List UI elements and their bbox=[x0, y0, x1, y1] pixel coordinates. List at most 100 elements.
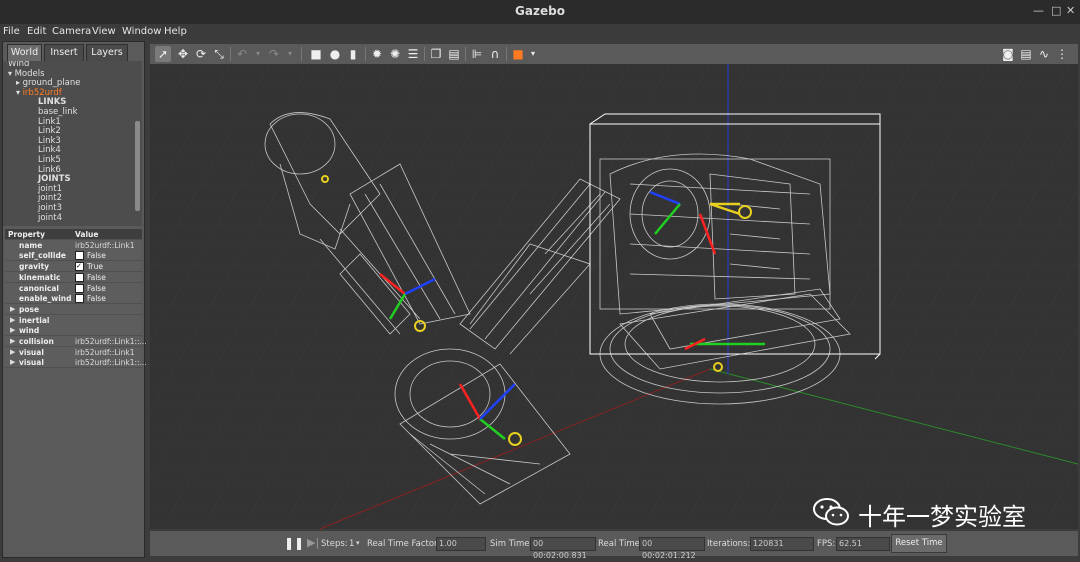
fps-label: FPS: bbox=[817, 539, 836, 549]
menu-window[interactable]: Window bbox=[122, 26, 161, 37]
video-record-icon[interactable]: ⋮ bbox=[1054, 46, 1070, 62]
tree-item[interactable]: LINKS bbox=[38, 97, 66, 107]
menu-camera[interactable]: Camera bbox=[52, 26, 91, 37]
tree-item[interactable]: Link5 bbox=[38, 155, 61, 165]
expand-arrow-icon[interactable]: ▶ bbox=[10, 348, 15, 356]
log-icon[interactable]: ▤ bbox=[1018, 46, 1034, 62]
expand-arrow-icon[interactable]: ▶ bbox=[10, 358, 15, 366]
tree-item[interactable]: Link3 bbox=[38, 136, 61, 146]
sphere-shape-icon[interactable]: ● bbox=[327, 46, 343, 62]
property-row[interactable]: self_collide False bbox=[5, 250, 142, 262]
tree-item[interactable]: Link2 bbox=[38, 126, 61, 136]
property-checkbox[interactable] bbox=[75, 272, 84, 282]
tree-item[interactable]: joint2 bbox=[38, 193, 62, 203]
property-section-row[interactable]: ▶ wind bbox=[5, 325, 142, 337]
step-icon[interactable]: ▶| bbox=[307, 536, 319, 549]
property-checkbox[interactable] bbox=[75, 251, 84, 261]
tree-item[interactable]: Link6 bbox=[38, 165, 61, 175]
undo-history-icon[interactable]: ▾ bbox=[250, 46, 266, 62]
select-mode-icon[interactable]: ➚ bbox=[155, 46, 171, 62]
redo-icon[interactable]: ↷ bbox=[266, 46, 282, 62]
property-section-row[interactable]: ▶ pose bbox=[5, 303, 142, 315]
copy-icon[interactable]: ❐ bbox=[428, 46, 444, 62]
tree-item[interactable]: joint1 bbox=[38, 184, 62, 194]
real-time-label: Real Time: bbox=[598, 539, 643, 549]
section-key: wind bbox=[19, 326, 40, 336]
pause-icon[interactable]: ❚❚ bbox=[284, 536, 304, 550]
menu-help[interactable]: Help bbox=[164, 26, 187, 37]
tree-item-label: Link4 bbox=[38, 145, 61, 156]
property-key: canonical bbox=[19, 283, 59, 293]
property-row[interactable]: gravity ✓ True bbox=[5, 261, 142, 273]
wechat-logo-icon bbox=[813, 498, 849, 526]
tab-insert[interactable]: Insert bbox=[44, 44, 84, 62]
tree-item[interactable]: Link4 bbox=[38, 145, 61, 155]
expand-arrow-icon[interactable]: ▶ bbox=[10, 305, 15, 313]
property-checkbox[interactable] bbox=[75, 294, 84, 304]
steps-dropdown-icon[interactable]: ▾ bbox=[356, 539, 360, 547]
view-dropdown-icon[interactable]: ▾ bbox=[525, 46, 541, 62]
property-row[interactable]: canonical False bbox=[5, 282, 142, 294]
scale-mode-icon[interactable]: ⤡ bbox=[211, 46, 227, 62]
redo-history-icon[interactable]: ▾ bbox=[282, 46, 298, 62]
expand-arrow-icon[interactable]: ▶ bbox=[10, 326, 15, 334]
change-view-icon[interactable]: ■ bbox=[510, 46, 526, 62]
tree-scrollbar[interactable] bbox=[135, 121, 140, 211]
box-shape-icon[interactable]: ■ bbox=[308, 46, 324, 62]
screenshot-icon[interactable]: ◙ bbox=[1000, 46, 1016, 62]
rtf-label: Real Time Factor: bbox=[367, 539, 441, 549]
point-light-icon[interactable]: ✹ bbox=[369, 46, 385, 62]
property-section-row[interactable]: ▶ collision irb52urdf::Link1::... bbox=[5, 336, 147, 347]
property-header-row[interactable]: Property Value bbox=[5, 229, 142, 240]
panel-tabs: World Insert Layers bbox=[3, 44, 144, 62]
reset-time-button[interactable]: Reset Time bbox=[891, 534, 947, 553]
ground-grid bbox=[150, 64, 1078, 529]
translate-mode-icon[interactable]: ✥ bbox=[175, 46, 191, 62]
undo-icon[interactable]: ↶ bbox=[234, 46, 250, 62]
tree-item-label: joint4 bbox=[38, 212, 63, 223]
menu-view[interactable]: View bbox=[92, 26, 116, 37]
close-icon[interactable]: ✕ bbox=[1066, 4, 1075, 17]
toolbar: ➚ ✥ ⟳ ⤡ ↶ ▾ ↷ ▾ ■ ● ▮ ✹ ✺ ☰ ❐ ▤ ⊫ ∩ ■ ▾ … bbox=[150, 44, 1078, 64]
menu-edit[interactable]: Edit bbox=[27, 26, 46, 37]
tree-item[interactable]: joint4 bbox=[38, 213, 62, 223]
cylinder-shape-icon[interactable]: ▮ bbox=[345, 46, 361, 62]
tree-item-label: joint1 bbox=[38, 183, 63, 194]
tree-item[interactable]: base_link bbox=[38, 107, 78, 117]
tree-item[interactable]: ▾ Models bbox=[8, 69, 45, 79]
spot-light-icon[interactable]: ✺ bbox=[387, 46, 403, 62]
paste-icon[interactable]: ▤ bbox=[446, 46, 462, 62]
tree-item[interactable]: joint3 bbox=[38, 203, 62, 213]
property-column-header: Property bbox=[8, 230, 45, 239]
property-row[interactable]: enable_wind False bbox=[5, 293, 142, 305]
property-section-row[interactable]: ▶ inertial bbox=[5, 314, 142, 326]
tree-item[interactable]: Link1 bbox=[38, 117, 61, 127]
scene-viewport[interactable] bbox=[150, 64, 1078, 529]
tree-item[interactable]: ▾ irb52urdf bbox=[16, 88, 62, 98]
expand-arrow-icon[interactable]: ▶ bbox=[10, 316, 15, 324]
tree-item-label: joint2 bbox=[38, 193, 63, 204]
directional-light-icon[interactable]: ☰ bbox=[405, 46, 421, 62]
property-row[interactable]: name irb52urdf::Link1 bbox=[5, 239, 142, 251]
property-section-row[interactable]: ▶ visual irb52urdf::Link1 bbox=[5, 346, 142, 358]
property-section-row[interactable]: ▶ visual irb52urdf::Link1::... bbox=[5, 357, 147, 369]
plot-icon[interactable]: ∿ bbox=[1036, 46, 1052, 62]
section-value: irb52urdf::Link1::... bbox=[75, 337, 147, 346]
rotate-mode-icon[interactable]: ⟳ bbox=[193, 46, 209, 62]
snap-icon[interactable]: ∩ bbox=[487, 46, 503, 62]
steps-value[interactable]: 1 bbox=[349, 539, 354, 549]
tab-layers[interactable]: Layers bbox=[86, 44, 128, 62]
maximize-icon[interactable]: □ bbox=[1051, 4, 1061, 17]
expand-arrow-icon[interactable]: ▶ bbox=[10, 337, 15, 345]
property-checkbox[interactable]: ✓ bbox=[75, 262, 84, 272]
tree-item-label: Link6 bbox=[38, 164, 61, 175]
tree-item[interactable]: ▸ ground_plane bbox=[16, 78, 80, 88]
property-value: False bbox=[87, 294, 106, 304]
tree-item[interactable]: JOINTS bbox=[38, 174, 71, 184]
menu-file[interactable]: File bbox=[3, 26, 20, 37]
property-row[interactable]: kinematic False bbox=[5, 271, 142, 283]
property-checkbox[interactable] bbox=[75, 283, 84, 293]
minimize-icon[interactable]: — bbox=[1033, 4, 1044, 17]
align-icon[interactable]: ⊫ bbox=[469, 46, 485, 62]
tab-world[interactable]: World bbox=[7, 44, 42, 62]
